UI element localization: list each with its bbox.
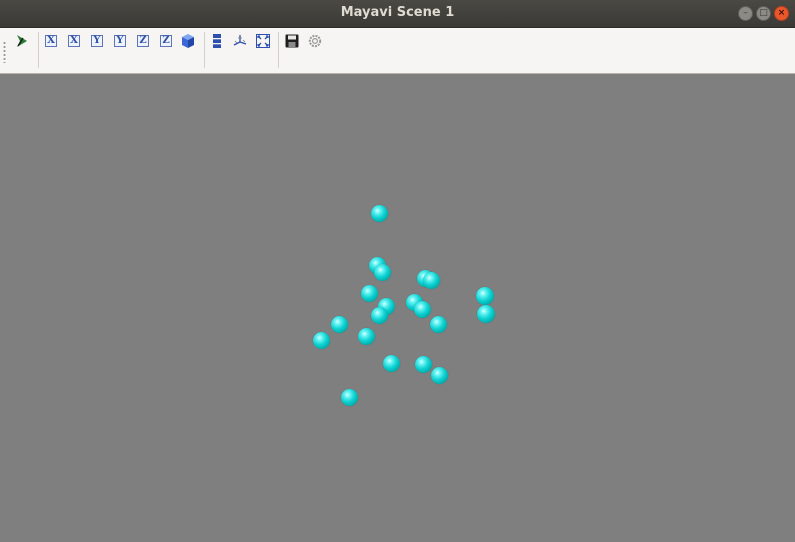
save-icon	[285, 34, 299, 48]
window-title: Mayavi Scene 1	[340, 5, 455, 20]
view-minus-y-icon: Y	[114, 35, 126, 47]
sphere	[361, 285, 378, 302]
parallel-projection-icon	[213, 34, 221, 48]
parallel-projection-button[interactable]	[209, 33, 225, 49]
sphere	[371, 205, 388, 222]
toolbar-grip[interactable]	[3, 41, 6, 63]
view-minus-z-button[interactable]: Z	[158, 33, 174, 49]
view-minus-x-icon: X	[68, 35, 80, 47]
sphere	[331, 316, 348, 333]
sphere	[477, 305, 495, 323]
toolbar-separator	[278, 32, 279, 68]
full-screen-icon	[256, 34, 270, 48]
view-plus-x-button[interactable]: X	[43, 33, 59, 49]
sphere	[371, 307, 388, 324]
view-minus-x-button[interactable]: X	[66, 33, 82, 49]
close-icon: ×	[777, 8, 786, 18]
sphere	[383, 355, 400, 372]
mayavi-window: Mayavi Scene 1 – □ × X X Y Y Z Z	[0, 0, 795, 542]
save-button[interactable]	[284, 33, 300, 49]
minimize-button[interactable]: –	[738, 6, 753, 21]
view-minus-y-button[interactable]: Y	[112, 33, 128, 49]
sphere	[414, 301, 431, 318]
sphere	[476, 287, 494, 305]
isometric-view-button[interactable]	[180, 33, 196, 49]
sphere	[431, 367, 448, 384]
mayavi-pipeline-button[interactable]	[14, 33, 30, 49]
configure-icon	[308, 34, 322, 48]
view-plus-z-button[interactable]: Z	[135, 33, 151, 49]
axes-indicator-icon	[233, 35, 247, 46]
sphere	[341, 389, 358, 406]
toolbar-separator	[38, 32, 39, 68]
maximize-icon: □	[759, 8, 768, 18]
sphere	[374, 264, 391, 281]
axes-indicator-button[interactable]	[232, 33, 248, 49]
view-minus-z-icon: Z	[160, 35, 172, 47]
sphere	[313, 332, 330, 349]
close-button[interactable]: ×	[774, 6, 789, 21]
sphere	[430, 316, 447, 333]
view-plus-x-icon: X	[45, 35, 57, 47]
configure-button[interactable]	[307, 33, 323, 49]
isometric-view-icon	[182, 34, 194, 48]
view-plus-y-icon: Y	[91, 35, 103, 47]
view-plus-y-button[interactable]: Y	[89, 33, 105, 49]
sphere	[358, 328, 375, 345]
title-bar[interactable]: Mayavi Scene 1 – □ ×	[0, 0, 795, 28]
scene-toolbar: X X Y Y Z Z	[0, 28, 795, 74]
mayavi-pipeline-icon	[17, 35, 27, 47]
sphere	[423, 272, 440, 289]
view-plus-z-icon: Z	[137, 35, 149, 47]
scene-viewport[interactable]	[0, 74, 795, 542]
sphere	[415, 356, 432, 373]
maximize-button[interactable]: □	[756, 6, 771, 21]
full-screen-button[interactable]	[255, 33, 271, 49]
minimize-icon: –	[743, 8, 748, 18]
toolbar-separator	[204, 32, 205, 68]
